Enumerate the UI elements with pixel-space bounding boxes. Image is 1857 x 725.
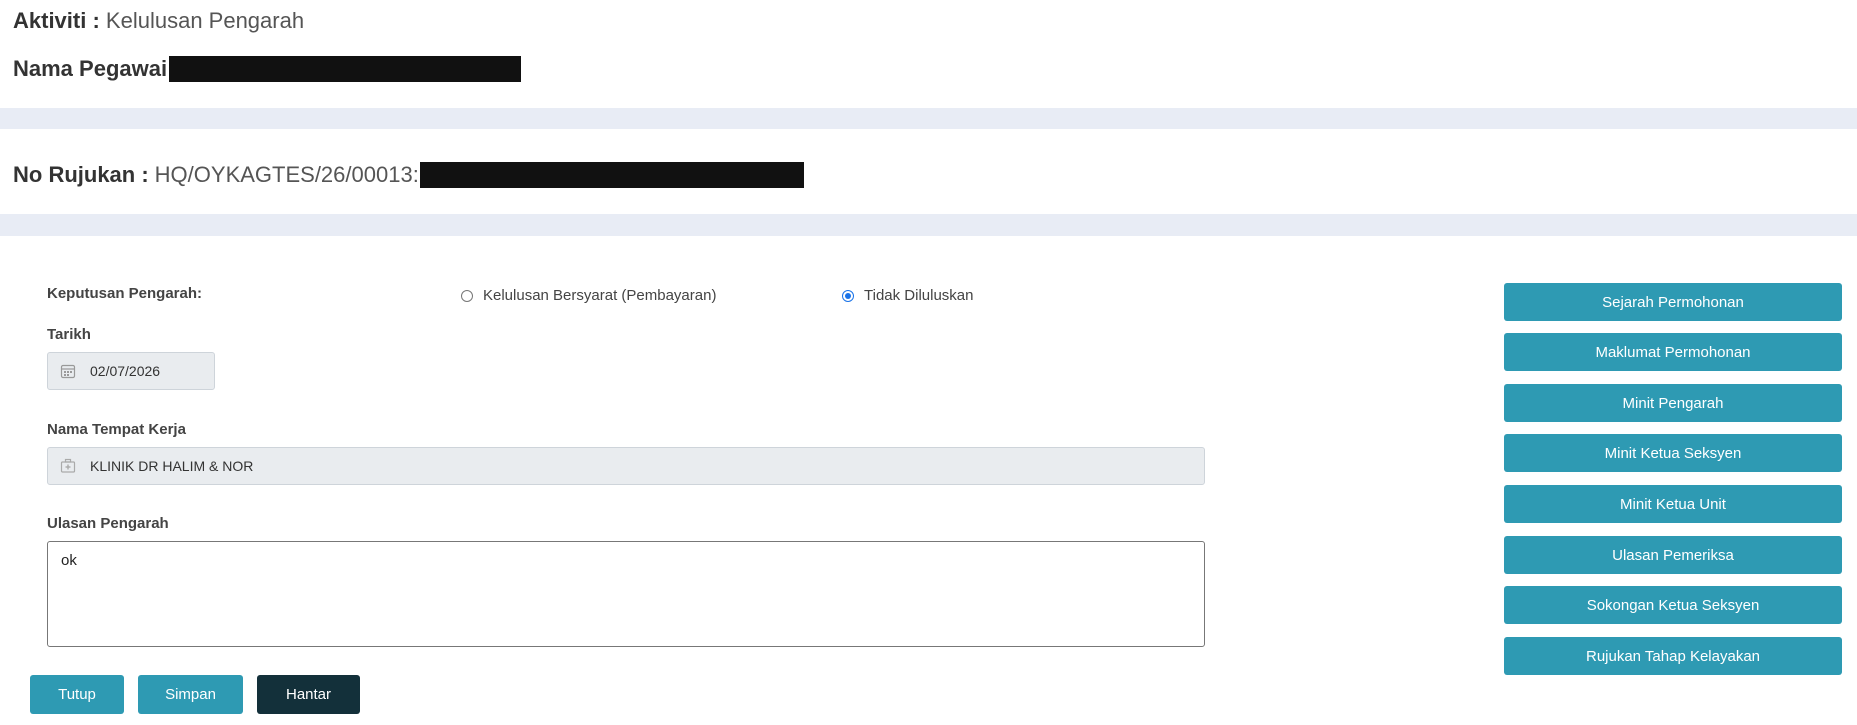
unit-head-minutes-button[interactable]: Minit Ketua Unit bbox=[1504, 485, 1842, 523]
workplace-label: Nama Tempat Kerja bbox=[47, 421, 186, 438]
activity-label: Aktiviti : bbox=[13, 8, 100, 33]
radio-button-checked[interactable] bbox=[842, 289, 854, 302]
radio-label: Kelulusan Bersyarat (Pembayaran) bbox=[483, 287, 717, 304]
page-header: Aktiviti : Kelulusan Pengarah Nama Pegaw… bbox=[0, 0, 1857, 108]
radio-label: Tidak Diluluskan bbox=[864, 287, 974, 304]
application-history-button[interactable]: Sejarah Permohonan bbox=[1504, 283, 1842, 321]
submit-button[interactable]: Hantar bbox=[257, 675, 360, 714]
radio-conditional-approval[interactable]: Kelulusan Bersyarat (Pembayaran) bbox=[461, 287, 716, 304]
date-label: Tarikh bbox=[47, 326, 91, 343]
employee-line: Nama Pegawai bbox=[13, 56, 522, 82]
close-button[interactable]: Tutup bbox=[30, 675, 124, 714]
eligibility-reference-button[interactable]: Rujukan Tahap Kelayakan bbox=[1504, 637, 1842, 675]
separator-band bbox=[0, 214, 1857, 236]
director-minutes-button[interactable]: Minit Pengarah bbox=[1504, 384, 1842, 422]
reference-line: No Rujukan : HQ/OYKAGTES/26/00013: bbox=[13, 162, 804, 188]
workplace-field[interactable]: KLINIK DR HALIM & NOR bbox=[47, 447, 1205, 485]
remarks-textarea[interactable]: ok bbox=[47, 541, 1205, 647]
activity-line: Aktiviti : Kelulusan Pengarah bbox=[13, 8, 304, 34]
date-value: 02/07/2026 bbox=[90, 363, 161, 379]
separator-band bbox=[0, 108, 1857, 129]
reference-value: HQ/OYKAGTES/26/00013: bbox=[154, 162, 419, 187]
employee-label: Nama Pegawai bbox=[13, 56, 168, 81]
radio-not-approved[interactable]: Tidak Diluluskan bbox=[842, 287, 974, 304]
reference-name-redacted bbox=[419, 162, 804, 188]
activity-value: Kelulusan Pengarah bbox=[105, 8, 305, 33]
reference-label: No Rujukan : bbox=[13, 162, 149, 187]
section-head-support-button[interactable]: Sokongan Ketua Seksyen bbox=[1504, 586, 1842, 624]
clinic-icon bbox=[60, 458, 76, 474]
application-info-button[interactable]: Maklumat Permohonan bbox=[1504, 333, 1842, 371]
save-button[interactable]: Simpan bbox=[138, 675, 243, 714]
radio-button-unchecked[interactable] bbox=[461, 289, 473, 302]
calendar-icon bbox=[60, 363, 76, 379]
employee-name-redacted bbox=[169, 56, 522, 82]
decision-label: Keputusan Pengarah: bbox=[47, 285, 203, 302]
date-field[interactable]: 02/07/2026 bbox=[47, 352, 215, 390]
inspector-review-button[interactable]: Ulasan Pemeriksa bbox=[1504, 536, 1842, 574]
section-head-minutes-button[interactable]: Minit Ketua Seksyen bbox=[1504, 434, 1842, 472]
remarks-label: Ulasan Pengarah bbox=[47, 515, 169, 532]
workplace-value: KLINIK DR HALIM & NOR bbox=[90, 458, 254, 474]
